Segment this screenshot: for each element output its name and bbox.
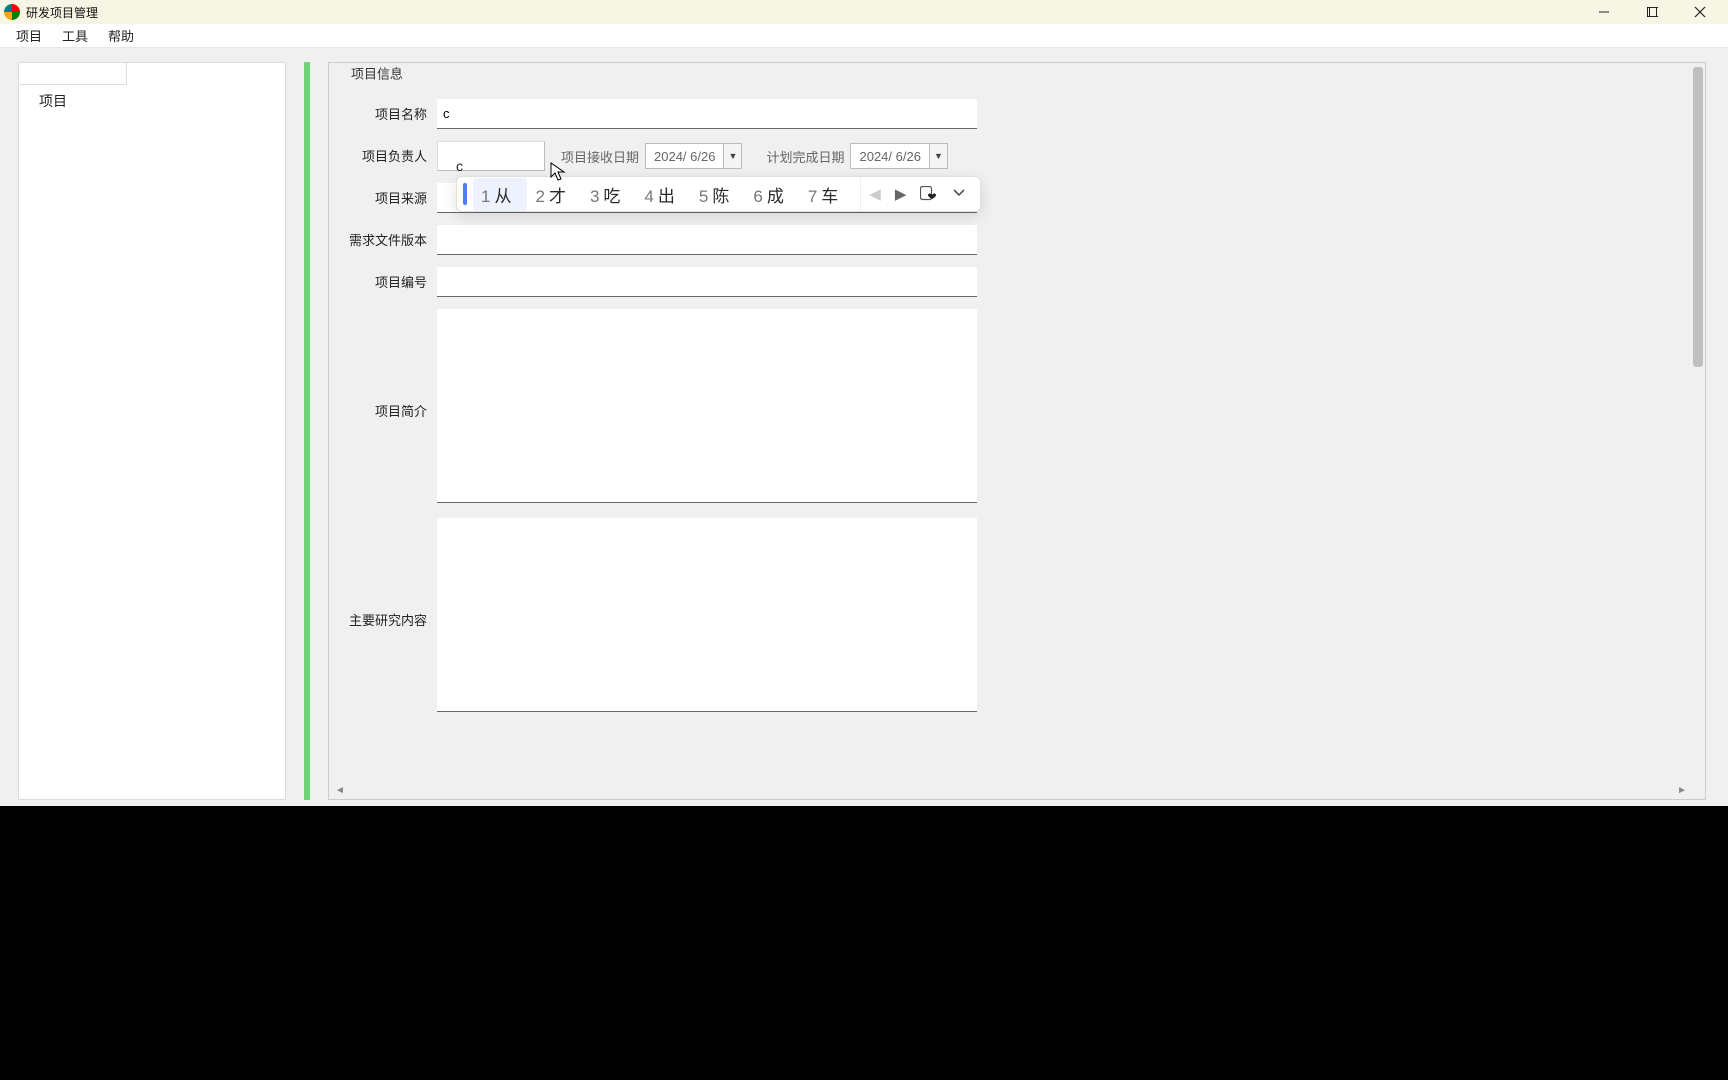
form-groupbox: 项目信息 项目名称 项目负责人 项目接收日期	[328, 62, 1706, 800]
input-req-version[interactable]	[437, 225, 977, 255]
menu-help[interactable]: 帮助	[98, 24, 144, 47]
date-picker-receive[interactable]: 2024/ 6/26 ▼	[645, 143, 742, 169]
window-controls	[1580, 0, 1724, 24]
date-plan-dropdown[interactable]: ▼	[929, 144, 947, 168]
side-tab[interactable]	[19, 63, 127, 85]
minimize-button[interactable]	[1580, 0, 1628, 24]
ime-controls: ◀ ▶	[860, 177, 974, 211]
ime-prev-icon[interactable]: ◀	[869, 185, 881, 203]
input-number[interactable]	[437, 267, 977, 297]
window-title: 研发项目管理	[26, 4, 1580, 21]
ime-next-icon[interactable]: ▶	[895, 185, 907, 203]
label-brief: 项目简介	[339, 396, 437, 420]
app-window: 研发项目管理 项目 工具 帮助 项目 项目信息	[0, 0, 1728, 806]
ime-indicator	[463, 183, 467, 205]
vertical-scroll-thumb[interactable]	[1693, 67, 1703, 367]
textarea-research[interactable]	[437, 518, 977, 712]
ime-expand-icon[interactable]	[952, 185, 966, 203]
menu-project[interactable]: 项目	[6, 24, 52, 47]
label-req-version: 需求文件版本	[339, 225, 437, 249]
menu-bar: 项目 工具 帮助	[0, 24, 1728, 48]
label-number: 项目编号	[339, 267, 437, 291]
ime-candidate-3[interactable]: 3吃	[582, 178, 636, 211]
input-name[interactable]	[437, 99, 977, 129]
main-panel: 项目信息 项目名称 项目负责人 项目接收日期	[328, 62, 1710, 800]
textarea-brief[interactable]	[437, 309, 977, 503]
ime-candidate-1[interactable]: 1从	[473, 178, 527, 211]
side-panel: 项目	[18, 62, 286, 800]
close-button[interactable]	[1676, 0, 1724, 24]
ime-composition: c	[456, 158, 463, 174]
date-plan-value: 2024/ 6/26	[851, 149, 928, 164]
label-plan-date: 计划完成日期	[766, 147, 844, 166]
ime-candidate-2[interactable]: 2才	[527, 178, 581, 211]
ime-candidate-6[interactable]: 6成	[745, 178, 799, 211]
scroll-right-arrow[interactable]: ►	[1677, 785, 1687, 796]
label-source: 项目来源	[339, 183, 437, 207]
ime-candidate-4[interactable]: 4出	[636, 178, 690, 211]
label-research: 主要研究内容	[339, 605, 437, 629]
ime-candidate-7[interactable]: 7车	[800, 178, 854, 211]
form-legend: 项目信息	[345, 64, 409, 83]
horizontal-scrollbar[interactable]: ◄ ►	[331, 783, 1691, 797]
ime-heart-icon[interactable]	[920, 186, 938, 202]
vertical-scrollbar[interactable]	[1691, 65, 1705, 775]
splitter[interactable]	[304, 62, 310, 800]
date-receive-value: 2024/ 6/26	[646, 149, 723, 164]
date-picker-plan[interactable]: 2024/ 6/26 ▼	[850, 143, 947, 169]
input-owner[interactable]	[437, 141, 545, 171]
label-receive-date: 项目接收日期	[561, 147, 639, 166]
title-bar: 研发项目管理	[0, 0, 1728, 24]
ime-candidate-bar: 1从 2才 3吃 4出 5陈 6成 7车 ◀ ▶	[456, 176, 981, 212]
menu-tools[interactable]: 工具	[52, 24, 98, 47]
ime-candidate-5[interactable]: 5陈	[691, 178, 745, 211]
app-icon	[4, 4, 20, 20]
maximize-button[interactable]	[1628, 0, 1676, 24]
scroll-left-arrow[interactable]: ◄	[335, 785, 345, 796]
date-receive-dropdown[interactable]: ▼	[723, 144, 741, 168]
workspace: 项目 项目信息 项目名称 项目负责人	[0, 48, 1728, 806]
label-name: 项目名称	[339, 99, 437, 123]
label-owner: 项目负责人	[339, 141, 437, 165]
